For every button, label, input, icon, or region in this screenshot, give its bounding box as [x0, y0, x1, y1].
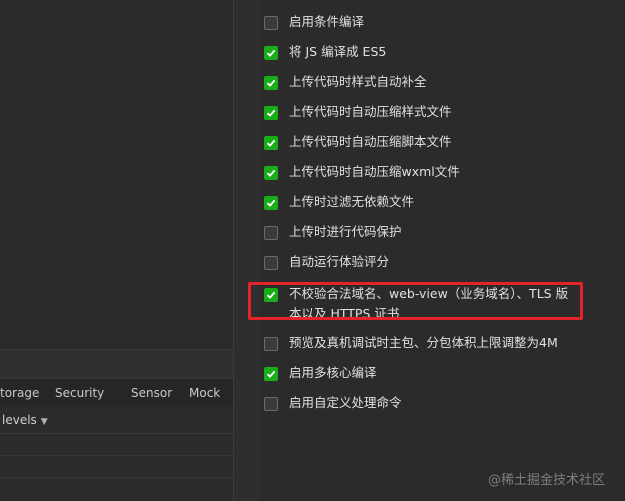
option-label: 上传代码时自动压缩wxml文件 — [289, 164, 460, 179]
tab-security[interactable]: Security — [55, 379, 104, 407]
checkbox-unchecked-icon[interactable] — [264, 256, 278, 270]
console-row — [0, 456, 233, 478]
option-label: 自动运行体验评分 — [289, 254, 390, 269]
local-settings-panel: 启用条件编译 将 JS 编译成 ES5 上传代码时样式自动补全 上传代码时自动压… — [259, 0, 625, 501]
devtools-upper-area — [0, 0, 233, 349]
log-levels-label: levels — [2, 413, 37, 427]
tab-storage[interactable]: torage — [0, 379, 39, 407]
checkbox-unchecked-icon[interactable] — [264, 397, 278, 411]
devtools-panel: torage Security Sensor Mock levels ▼ — [0, 0, 233, 501]
option-label: 上传代码时自动压缩样式文件 — [289, 104, 452, 119]
option-label: 将 JS 编译成 ES5 — [289, 44, 387, 59]
option-label: 上传时过滤无依赖文件 — [289, 194, 415, 209]
checkbox-checked-icon[interactable] — [264, 106, 278, 120]
option-label: 上传代码时样式自动补全 — [289, 74, 427, 89]
option-label: 启用多核心编译 — [289, 365, 377, 380]
caret-down-icon: ▼ — [40, 417, 48, 427]
checkbox-unchecked-icon[interactable] — [264, 337, 278, 351]
devtools-tabbar: torage Security Sensor Mock — [0, 378, 233, 408]
console-row — [0, 434, 233, 456]
console-filter-bar: levels ▼ — [0, 407, 233, 434]
option-label: 上传代码时自动压缩脚本文件 — [289, 134, 452, 149]
option-label: 启用条件编译 — [289, 14, 365, 29]
devtools-separator — [0, 349, 233, 378]
checkbox-unchecked-icon[interactable] — [264, 226, 278, 240]
option-label: 启用自定义处理命令 — [289, 395, 402, 410]
tab-mock[interactable]: Mock — [189, 379, 220, 407]
panel-divider[interactable] — [233, 0, 260, 501]
checkbox-unchecked-icon[interactable] — [264, 16, 278, 30]
checkbox-checked-icon[interactable] — [264, 76, 278, 90]
log-levels-dropdown[interactable]: levels ▼ — [2, 407, 48, 433]
option-label: 预览及真机调试时主包、分包体积上限调整为4M — [289, 335, 558, 350]
checkbox-checked-icon[interactable] — [264, 46, 278, 60]
watermark: @稀土掘金技术社区 — [488, 473, 606, 488]
checkbox-checked-icon[interactable] — [264, 166, 278, 180]
option-label: 上传时进行代码保护 — [289, 224, 402, 239]
checkbox-checked-icon[interactable] — [264, 196, 278, 210]
tab-sensor[interactable]: Sensor — [131, 379, 172, 407]
checkbox-checked-icon[interactable] — [264, 367, 278, 381]
annotation-highlight-box — [248, 282, 583, 320]
checkbox-checked-icon[interactable] — [264, 136, 278, 150]
